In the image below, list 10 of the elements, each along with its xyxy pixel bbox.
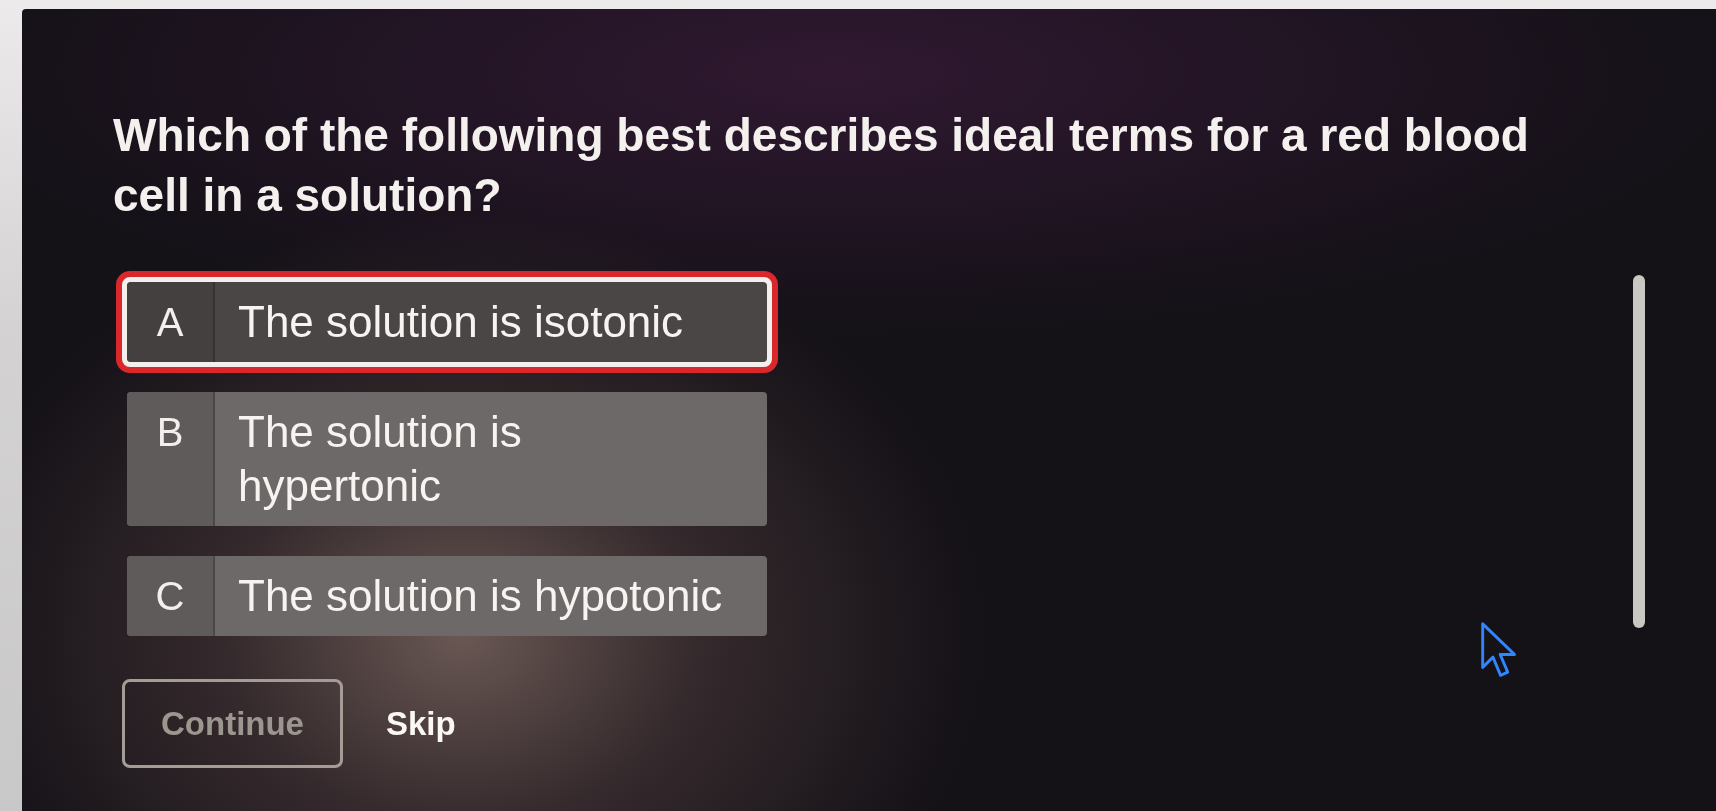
scrollbar-thumb[interactable]	[1633, 275, 1645, 628]
cursor-icon	[1480, 621, 1518, 679]
skip-button[interactable]: Skip	[386, 704, 456, 743]
answer-option[interactable]: A The solution is isotonic	[116, 271, 778, 373]
option-letter: C	[127, 556, 215, 636]
answer-option[interactable]: C The solution is hypotonic	[127, 556, 767, 636]
question-text: Which of the following best describes ideal terms for a red blood cell in a solution?	[113, 108, 1530, 223]
option-letter: B	[127, 392, 215, 526]
option-letter: A	[127, 282, 215, 362]
answer-option[interactable]: B The solution is hypertonic	[127, 392, 767, 526]
